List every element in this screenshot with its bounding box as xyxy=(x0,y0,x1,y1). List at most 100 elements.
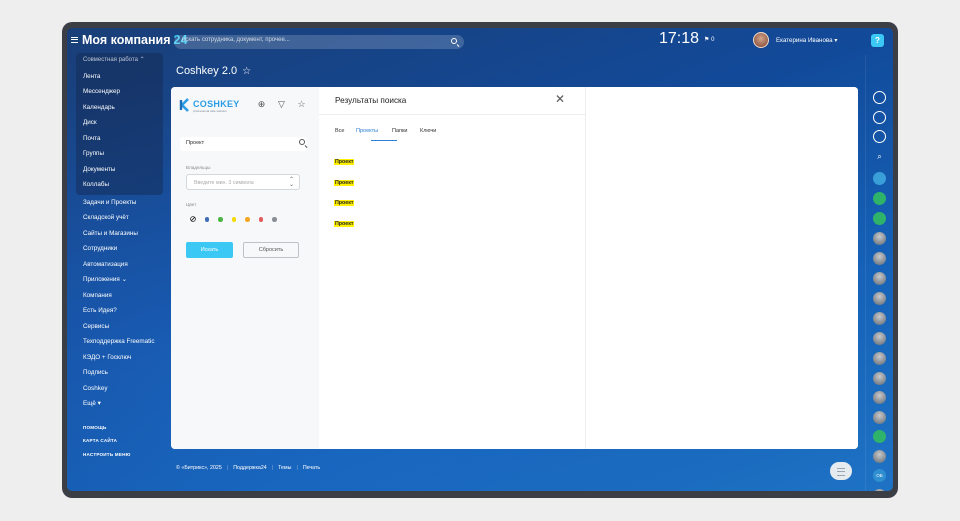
result-item[interactable]: Проект xyxy=(334,180,355,186)
menu-item-calendar[interactable]: Календарь xyxy=(76,100,163,116)
right-sidebar: ⌕ OБ xyxy=(865,55,893,491)
crm-icon[interactable] xyxy=(873,91,886,104)
menu-group-collaboration: Совместная работа ⌃ Лента Мессенджер Кал… xyxy=(76,53,163,195)
menu-item-kedo[interactable]: КЭДО + Госключ xyxy=(76,350,163,366)
menu-item-idea[interactable]: Есть Идея? xyxy=(76,303,163,319)
menu-item-collabs[interactable]: Коллабы xyxy=(76,177,163,193)
menu-burger-icon[interactable] xyxy=(71,37,78,43)
chat-menu-button[interactable] xyxy=(830,462,852,480)
tab-all[interactable]: Все xyxy=(335,128,344,134)
reset-button[interactable]: Сбросить xyxy=(243,242,299,258)
menu-configure[interactable]: НАСТРОИТЬ МЕНЮ xyxy=(76,448,163,462)
flag-icon: ⚑ xyxy=(704,37,710,43)
result-item[interactable]: Проект xyxy=(334,200,355,206)
menu-item-services[interactable]: Сервисы xyxy=(76,319,163,335)
avatar[interactable] xyxy=(873,450,886,463)
menu-item-disk[interactable]: Диск xyxy=(76,115,163,131)
chat-icon[interactable] xyxy=(873,130,886,143)
clock[interactable]: 17:18 xyxy=(659,30,699,48)
result-item[interactable]: Проект xyxy=(334,159,355,165)
menu-sitemap[interactable]: КАРТА САЙТА xyxy=(76,434,163,448)
tab-projects[interactable]: Проекты xyxy=(356,128,378,134)
global-search-input[interactable]: искать сотрудника, документ, прочее... xyxy=(174,35,464,49)
avatar[interactable] xyxy=(873,352,886,365)
add-circle-icon[interactable]: ⊕ xyxy=(257,100,266,109)
search-results-pane: Результаты поиска ✕ Все Проекты Папки Кл… xyxy=(319,87,586,449)
app-chat-icon[interactable] xyxy=(873,172,886,185)
chevron-down-icon: ⌄ xyxy=(121,276,127,283)
menu-item-automation[interactable]: Автоматизация xyxy=(76,257,163,273)
updown-arrow-icon: ⌃ ⌄ xyxy=(288,176,294,188)
copyright: © «Битрикс», 2025 xyxy=(176,465,222,471)
menu-item-documents[interactable]: Документы xyxy=(76,162,163,178)
active-tab-indicator xyxy=(371,140,397,141)
footer-link-support[interactable]: Поддержка24 xyxy=(233,465,267,471)
star-icon[interactable]: ☆ xyxy=(242,66,251,77)
menu-item-more[interactable]: Ещё ▾ xyxy=(76,396,163,412)
color-dot-blue[interactable] xyxy=(204,217,209,222)
color-dot-gray[interactable] xyxy=(272,217,277,222)
tab-keys[interactable]: Ключи xyxy=(420,128,436,134)
menu-group-title[interactable]: Совместная работа ⌃ xyxy=(76,53,163,69)
results-title: Результаты поиска xyxy=(335,96,407,105)
help-button[interactable]: ? xyxy=(871,34,884,47)
search-placeholder: искать сотрудника, документ, прочее... xyxy=(182,37,290,43)
owners-select[interactable]: Введите мин. 3 символа ⌃ ⌄ xyxy=(186,174,300,190)
menu-item-signature[interactable]: Подпись xyxy=(76,365,163,381)
avatar[interactable] xyxy=(873,332,886,345)
notifications-icon[interactable] xyxy=(873,111,886,124)
menu-item-groups[interactable]: Группы xyxy=(76,146,163,162)
avatar[interactable] xyxy=(873,391,886,404)
avatar[interactable] xyxy=(873,252,886,265)
user-avatar[interactable] xyxy=(753,32,769,48)
avatar[interactable] xyxy=(873,489,886,491)
avatar[interactable] xyxy=(873,312,886,325)
chevron-down-icon: ▾ xyxy=(834,37,838,44)
menu-item-employees[interactable]: Сотрудники xyxy=(76,241,163,257)
menu-item-messenger[interactable]: Мессенджер xyxy=(76,84,163,100)
color-dot-green[interactable] xyxy=(218,217,223,222)
menu-item-sites[interactable]: Сайты и Магазины xyxy=(76,226,163,242)
menu-item-tasks[interactable]: Задачи и Проекты xyxy=(76,195,163,211)
search-button[interactable]: Искать xyxy=(186,242,233,258)
coshkey-logo-icon xyxy=(179,98,189,112)
menu-item-support[interactable]: Техподдержка Freematic xyxy=(76,334,163,350)
search-icon[interactable]: ⌕ xyxy=(873,150,886,163)
star-icon[interactable]: ☆ xyxy=(297,100,306,109)
workday-flag[interactable]: ⚑ 0 xyxy=(704,36,714,43)
menu-item-apps[interactable]: Приложения ⌄ xyxy=(76,272,163,288)
page-title-text: Coshkey 2.0 xyxy=(176,65,238,77)
avatar[interactable] xyxy=(873,292,886,305)
footer-link-print[interactable]: Печать xyxy=(303,465,320,471)
filter-icon[interactable]: ▽ xyxy=(277,100,286,109)
color-dot-yellow[interactable] xyxy=(231,217,236,222)
menu-item-mail[interactable]: Почта xyxy=(76,131,163,147)
avatar[interactable] xyxy=(873,232,886,245)
avatar-initials[interactable]: OБ xyxy=(873,469,886,482)
avatar[interactable] xyxy=(873,411,886,424)
coshkey-search-input[interactable]: Проект xyxy=(180,137,307,151)
app-group-icon[interactable] xyxy=(873,430,886,443)
no-color-icon[interactable] xyxy=(190,216,196,222)
company-name[interactable]: Моя компания 24 xyxy=(82,33,187,47)
tab-folders[interactable]: Папки xyxy=(392,128,407,134)
close-icon[interactable]: ✕ xyxy=(555,93,565,105)
search-icon[interactable] xyxy=(451,38,457,44)
menu-item-warehouse[interactable]: Складской учёт xyxy=(76,210,163,226)
menu-item-company[interactable]: Компания xyxy=(76,288,163,304)
avatar[interactable] xyxy=(873,272,886,285)
menu-item-coshkey[interactable]: Coshkey xyxy=(76,381,163,397)
menu-help[interactable]: ПОМОЩЬ xyxy=(76,421,163,435)
color-dot-red[interactable] xyxy=(258,217,263,222)
avatar[interactable] xyxy=(873,372,886,385)
menu-item-feed[interactable]: Лента xyxy=(76,69,163,85)
app-calendar-icon[interactable] xyxy=(873,192,886,205)
app-tasks-icon[interactable] xyxy=(873,212,886,225)
result-item[interactable]: Проект xyxy=(334,221,355,227)
user-menu[interactable]: Екатерина Иванова ▾ xyxy=(776,37,837,44)
chevron-up-icon: ⌃ xyxy=(139,57,145,63)
color-dot-orange[interactable] xyxy=(245,217,250,222)
flag-count: 0 xyxy=(711,37,715,43)
footer-link-themes[interactable]: Темы xyxy=(278,465,291,471)
search-icon[interactable] xyxy=(299,139,305,145)
